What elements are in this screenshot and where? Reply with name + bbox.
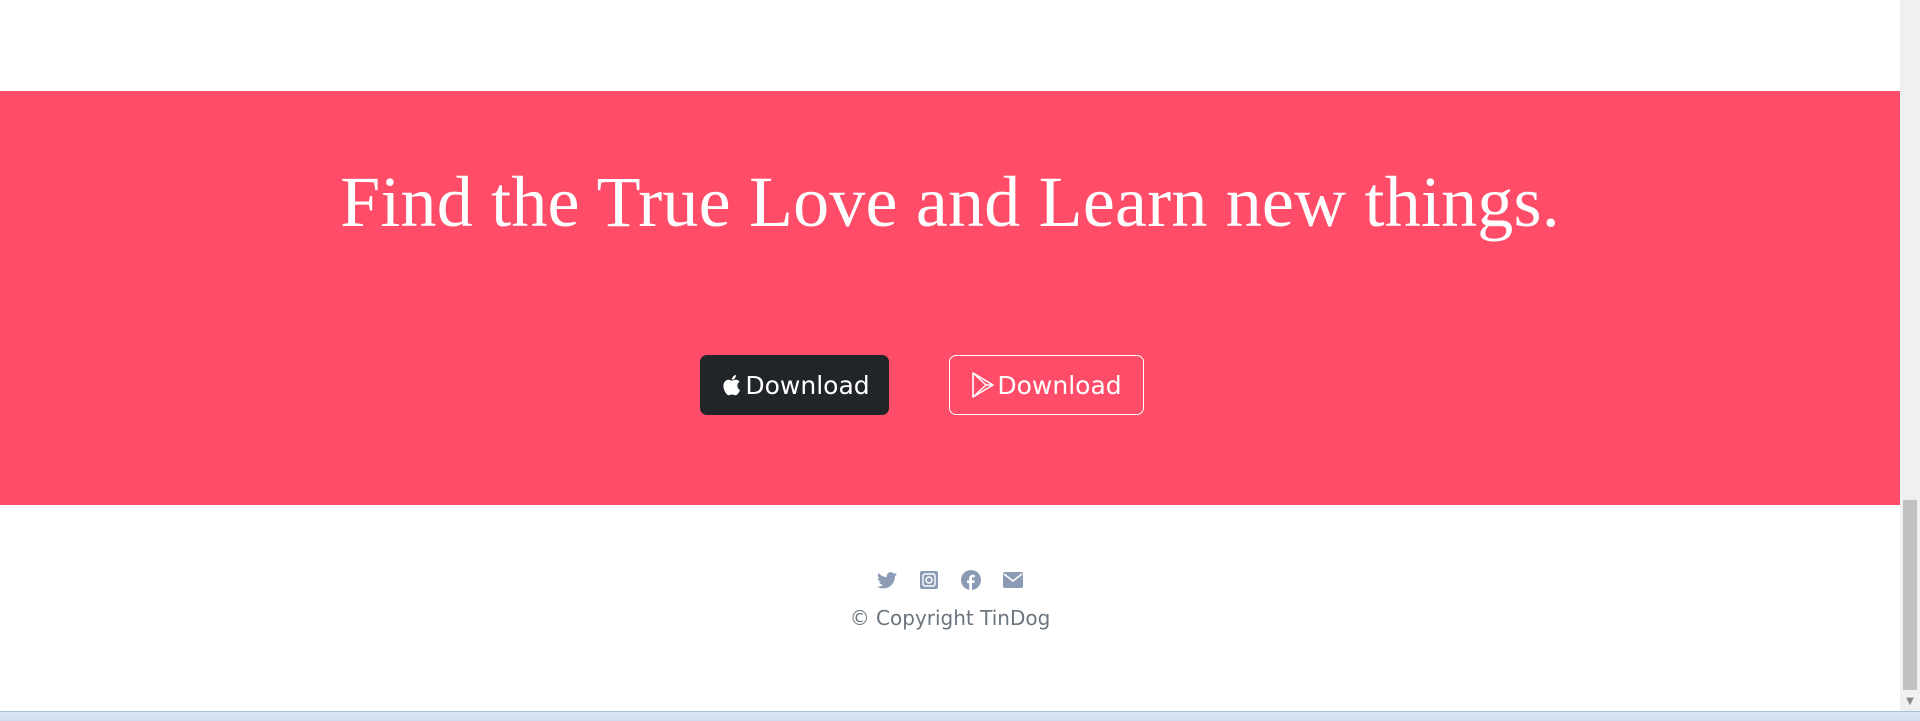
vertical-scrollbar[interactable]: ▼ bbox=[1900, 0, 1920, 711]
apple-icon bbox=[719, 371, 743, 399]
cta-section bbox=[0, 91, 1900, 505]
taskbar-edge bbox=[0, 711, 1920, 721]
copyright-text: © Copyright TinDog bbox=[849, 606, 1051, 630]
twitter-icon[interactable] bbox=[877, 570, 897, 590]
envelope-icon[interactable] bbox=[1003, 570, 1023, 590]
google-play-download-button[interactable]: Download bbox=[949, 355, 1144, 415]
google-play-icon bbox=[971, 371, 995, 399]
apple-download-label: Download bbox=[745, 370, 870, 400]
scroll-down-arrow-icon[interactable]: ▼ bbox=[1900, 693, 1920, 711]
google-play-download-label: Download bbox=[997, 370, 1122, 400]
instagram-icon[interactable] bbox=[919, 570, 939, 590]
cta-heading: Find the True Love and Learn new things. bbox=[340, 162, 1560, 242]
scrollbar-thumb[interactable] bbox=[1903, 500, 1917, 690]
apple-download-button[interactable]: Download bbox=[700, 355, 889, 415]
browser-viewport: Find the True Love and Learn new things.… bbox=[0, 0, 1900, 711]
facebook-icon[interactable] bbox=[961, 570, 981, 590]
social-links bbox=[0, 570, 1900, 590]
page: Find the True Love and Learn new things.… bbox=[0, 0, 1920, 721]
